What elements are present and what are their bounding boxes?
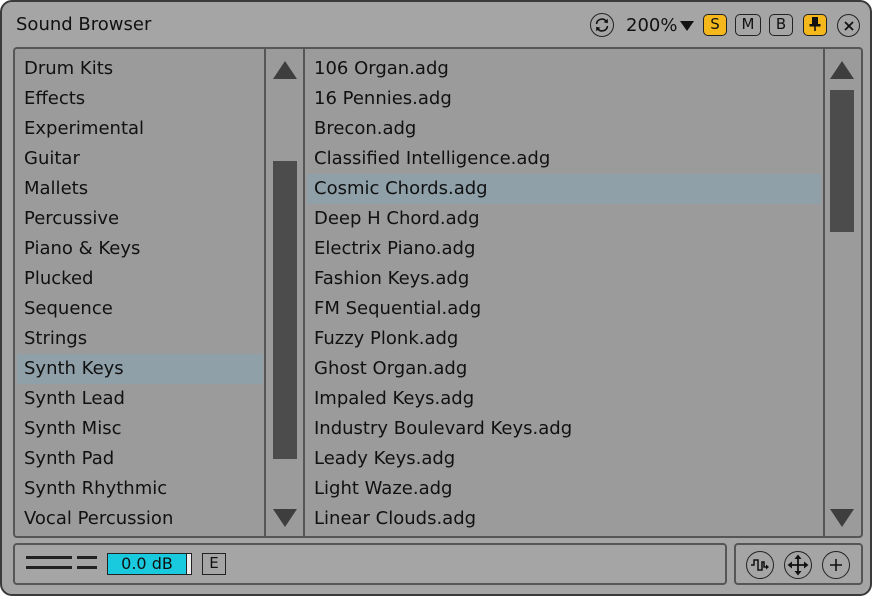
scroll-up-icon[interactable] xyxy=(830,61,854,79)
zoom-level[interactable]: 200% xyxy=(626,15,677,36)
refresh-button[interactable] xyxy=(590,13,614,37)
category-item[interactable]: Synth Rhythmic xyxy=(17,474,263,504)
solo-button[interactable]: S xyxy=(703,14,727,36)
scroll-up-icon[interactable] xyxy=(273,61,297,79)
zoom-dropdown-icon[interactable] xyxy=(680,21,694,31)
browse-button[interactable]: B xyxy=(769,14,793,36)
preset-item[interactable]: Brecon.adg xyxy=(307,114,821,144)
scroll-down-icon[interactable] xyxy=(273,509,297,527)
edit-button[interactable]: E xyxy=(202,553,226,575)
category-item[interactable]: Plucked xyxy=(17,264,263,294)
category-item[interactable]: Piano & Keys xyxy=(17,234,263,264)
refresh-icon xyxy=(595,18,609,32)
preset-item[interactable]: Industry Boulevard Keys.adg xyxy=(307,414,821,444)
preview-button[interactable] xyxy=(746,551,774,579)
preset-item[interactable]: 16 Pennies.adg xyxy=(307,84,821,114)
category-item[interactable]: Synth Keys xyxy=(17,354,263,384)
preset-item[interactable]: Linear Clouds.adg xyxy=(307,504,821,534)
category-item[interactable]: Percussive xyxy=(17,204,263,234)
preset-scrollbar[interactable] xyxy=(823,49,861,536)
preset-item[interactable]: Electrix Piano.adg xyxy=(307,234,821,264)
pin-button[interactable] xyxy=(803,14,827,36)
category-item[interactable]: Synth Pad xyxy=(17,444,263,474)
preset-item[interactable]: Fashion Keys.adg xyxy=(307,264,821,294)
category-scroll-thumb[interactable] xyxy=(273,161,297,459)
preset-item[interactable]: Leady Keys.adg xyxy=(307,444,821,474)
action-bar xyxy=(734,543,863,585)
sound-browser-window: Sound Browser 200% S M B Drum Kits Effec… xyxy=(0,0,872,596)
move-icon xyxy=(787,554,809,576)
preset-list[interactable]: 106 Organ.adg 16 Pennies.adg Brecon.adg Cla… xyxy=(305,49,823,536)
preset-item[interactable]: Light Waze.adg xyxy=(307,474,821,504)
category-item[interactable]: Strings xyxy=(17,324,263,354)
preset-item[interactable]: Ghost Organ.adg xyxy=(307,354,821,384)
preset-item[interactable]: Fuzzy Plonk.adg xyxy=(307,324,821,354)
preset-scroll-thumb[interactable] xyxy=(830,90,854,232)
category-item[interactable]: Synth Misc xyxy=(17,414,263,444)
preset-item[interactable]: Cosmic Chords.adg xyxy=(307,174,821,204)
category-item[interactable]: Vocal Percussion xyxy=(17,504,263,534)
gain-field[interactable]: 0.0 dB xyxy=(107,553,187,575)
category-item[interactable]: Mallets xyxy=(17,174,263,204)
preset-item[interactable]: Deep H Chord.adg xyxy=(307,204,821,234)
browser-panel: Drum Kits Effects Experimental Guitar Mallet… xyxy=(13,47,863,538)
add-button[interactable] xyxy=(822,551,850,579)
category-item[interactable]: Sequence xyxy=(17,294,263,324)
add-icon xyxy=(830,559,842,571)
category-scrollbar[interactable] xyxy=(266,49,304,536)
category-item[interactable]: Guitar xyxy=(17,144,263,174)
preset-item[interactable]: Impaled Keys.adg xyxy=(307,384,821,414)
column-divider xyxy=(264,49,266,536)
pin-icon xyxy=(809,17,821,31)
move-button[interactable] xyxy=(784,551,812,579)
title-bar[interactable]: Sound Browser 200% S M B xyxy=(2,2,870,48)
gain-field-end xyxy=(187,553,192,575)
close-icon xyxy=(843,20,854,31)
preset-item[interactable]: 106 Organ.adg xyxy=(307,54,821,84)
window-title: Sound Browser xyxy=(16,14,152,35)
preview-bar: 0.0 dB E xyxy=(13,543,727,585)
scroll-down-icon[interactable] xyxy=(830,509,854,527)
preview-icon xyxy=(751,559,769,571)
category-list[interactable]: Drum Kits Effects Experimental Guitar Mallet… xyxy=(15,49,265,536)
preset-item[interactable]: FM Sequential.adg xyxy=(307,294,821,324)
category-item[interactable]: Drum Kits xyxy=(17,54,263,84)
category-item[interactable]: Experimental xyxy=(17,114,263,144)
mute-button[interactable]: M xyxy=(735,14,761,36)
close-button[interactable] xyxy=(837,14,860,37)
preset-item[interactable]: Classified Intelligence.adg xyxy=(307,144,821,174)
category-item[interactable]: Effects xyxy=(17,84,263,114)
category-item[interactable]: Synth Lead xyxy=(17,384,263,414)
